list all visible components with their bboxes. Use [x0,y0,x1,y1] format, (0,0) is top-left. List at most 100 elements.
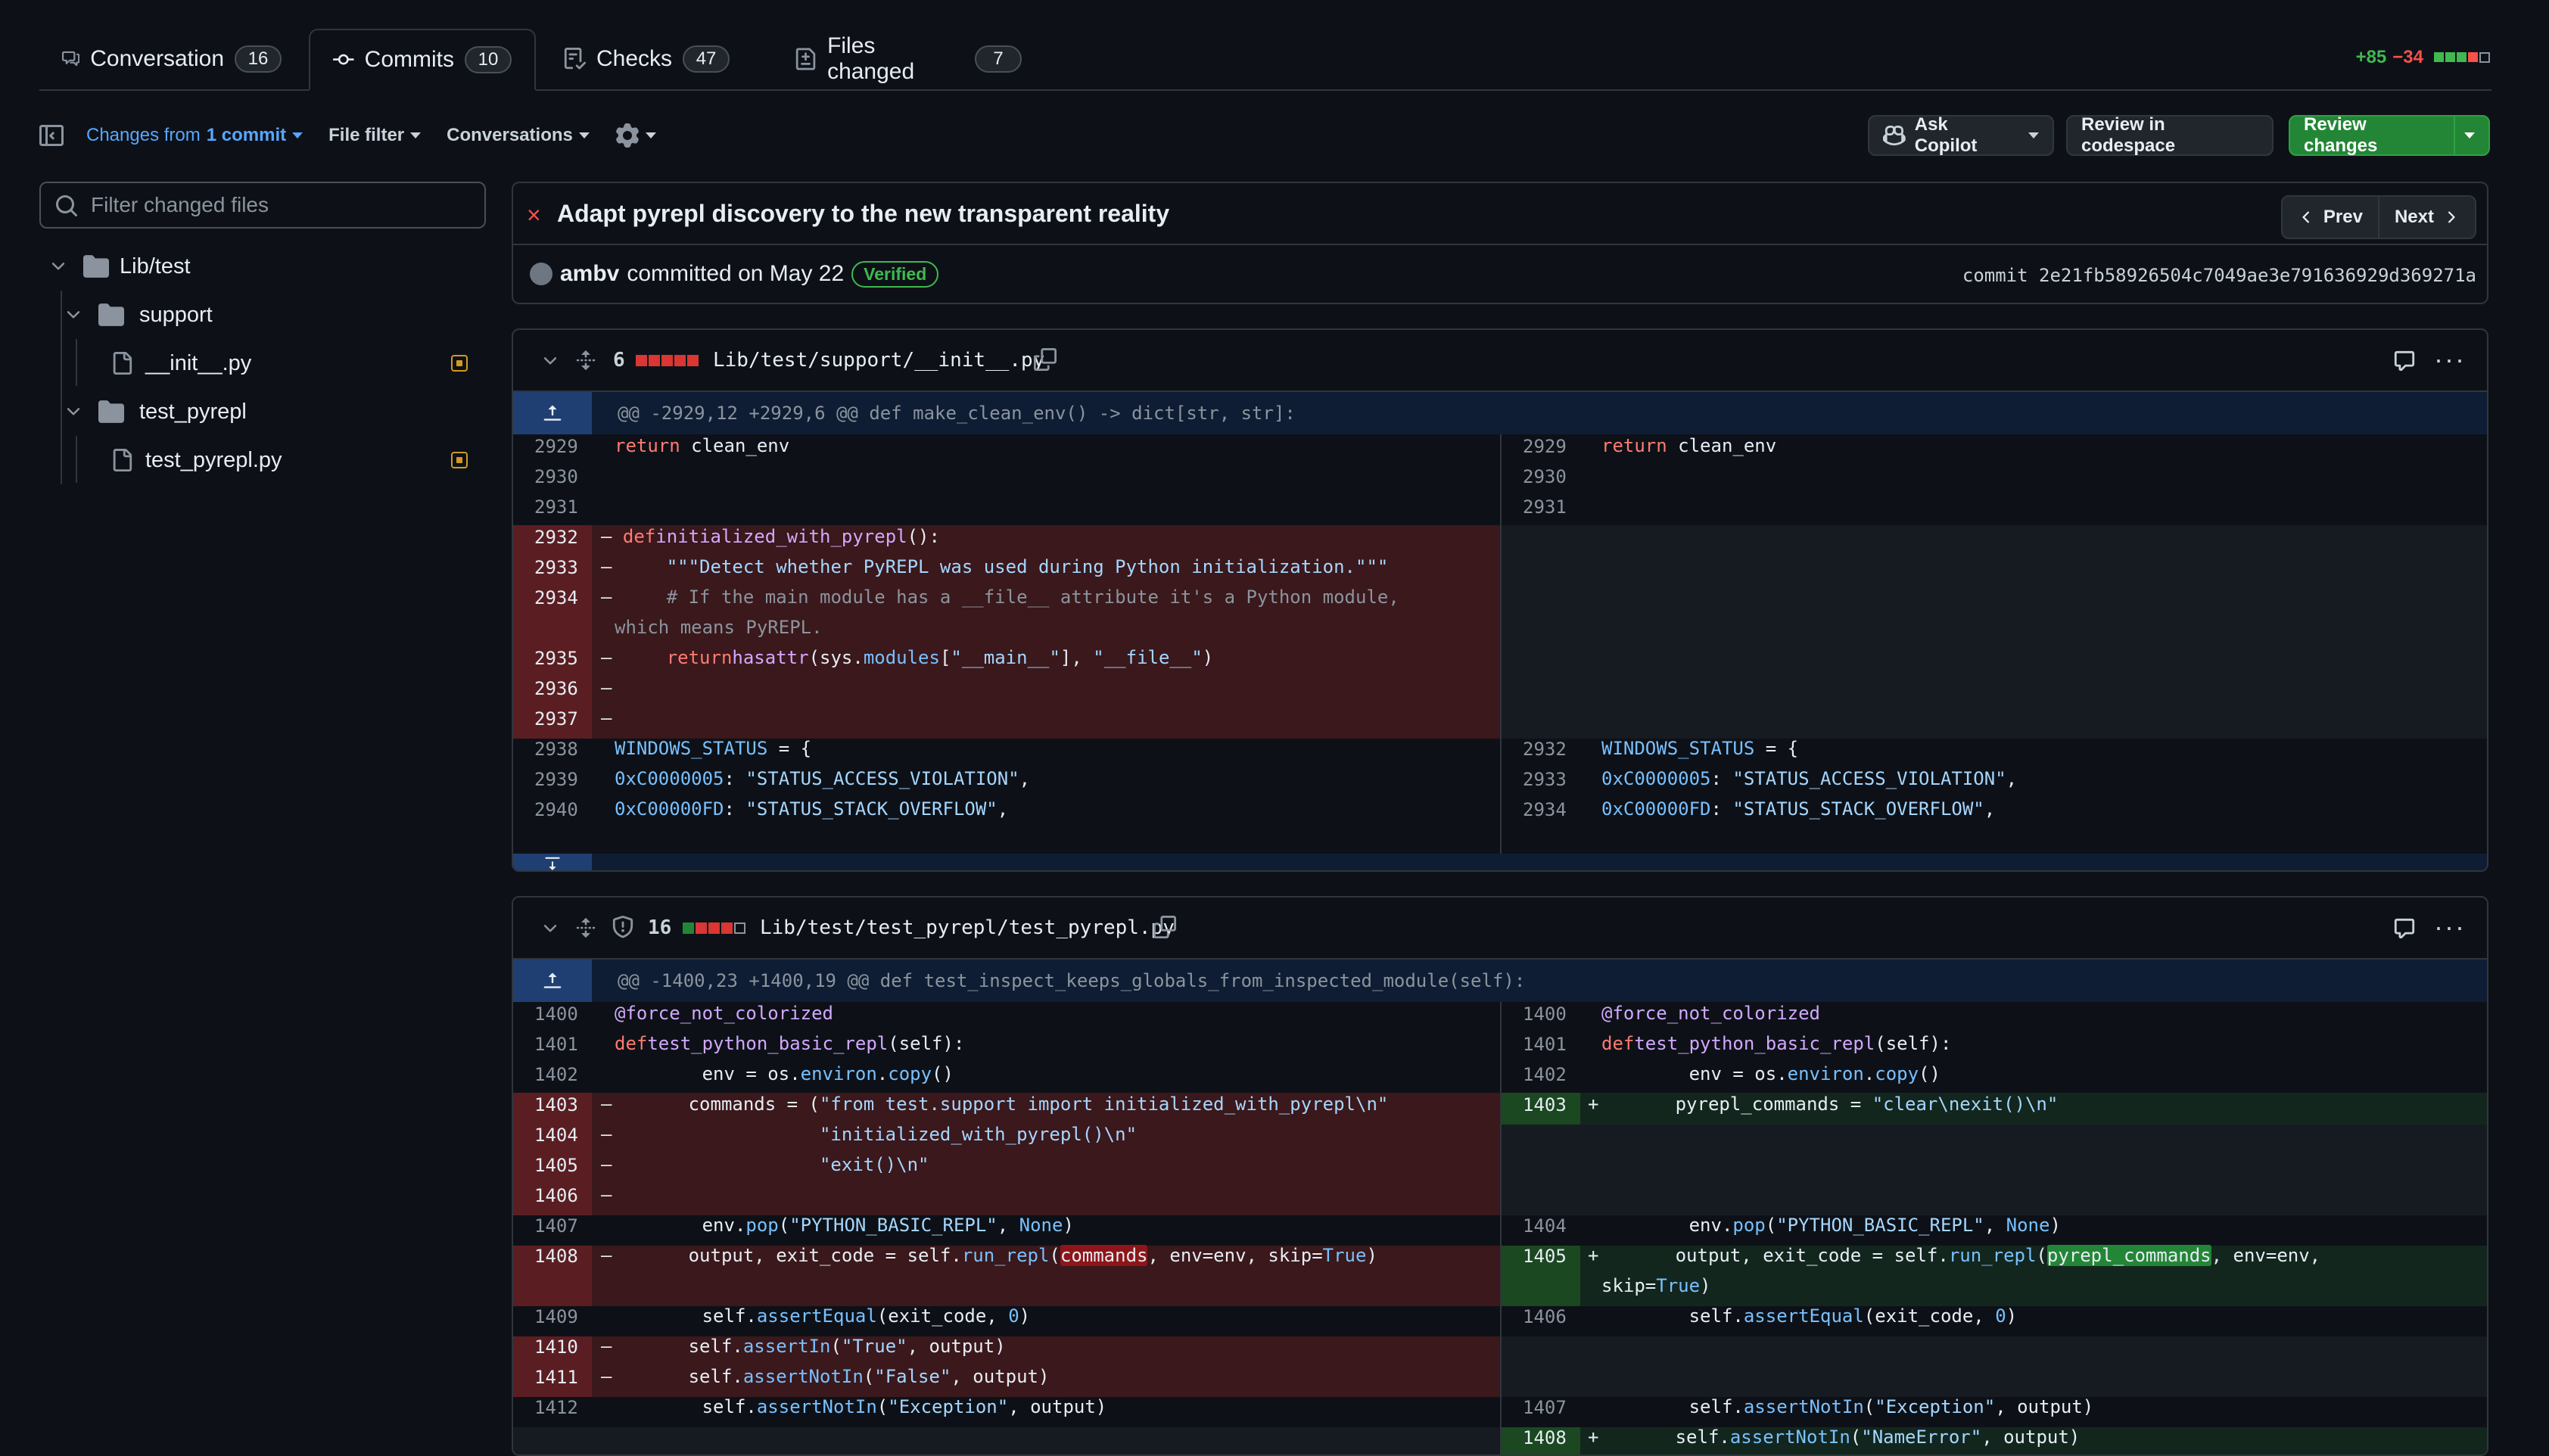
conversations-dropdown[interactable]: Conversations [447,125,590,146]
chevron-down-icon [410,132,422,138]
tab-checks-count: 47 [683,45,730,73]
tree-item-test-pyrepl[interactable]: test_pyrepl [64,389,247,434]
changes-from-prefix: Changes from [86,125,201,145]
tree-item-init-py[interactable]: __init__.py [110,341,477,386]
chevron-down-icon[interactable] [540,351,560,371]
file-modified-icon [451,355,468,372]
prev-commit-button[interactable]: Prev [2283,197,2378,238]
close-icon[interactable]: × [527,201,541,229]
unfold-icon[interactable] [575,917,596,938]
tab-conversation-label: Conversation [90,46,224,71]
conversations-label: Conversations [447,125,573,145]
kebab-menu-icon[interactable]: ··· [2434,344,2466,375]
split-divider [1500,1002,1502,1454]
kebab-menu-icon[interactable]: ··· [2434,911,2466,943]
empty-block [513,1427,1500,1454]
expand-down-icon [545,857,560,870]
changes-from-dropdown[interactable]: Changes from 1 commit [86,125,303,146]
tree-item-label: support [139,302,213,327]
chevron-down-icon[interactable] [540,919,560,938]
review-changes-label: Review changes [2304,114,2378,156]
chevron-left-icon [2302,211,2309,223]
tree-item-lib-test[interactable]: Lib/test [48,244,191,289]
tab-files-changed-label: Files changed [827,33,915,84]
file-diff-test-pyrepl-py: 16 Lib/test/test_pyrepl/test_pyrepl.py ·… [512,896,2488,1456]
empty-block [1502,525,2487,739]
empty-block [1502,1336,2487,1397]
file-path[interactable]: Lib/test/test_pyrepl/test_pyrepl.py [760,898,1175,958]
file-path[interactable]: Lib/test/support/__init__.py [713,330,1044,390]
file-change-count: 16 [648,916,672,939]
hunk-header-text: @@ -2929,12 +2929,6 @@ def make_clean_en… [618,403,1296,424]
review-in-codespace-button[interactable]: Review in codespace [2066,114,2274,156]
chevron-down-icon [67,408,80,415]
split-divider [1500,434,1502,854]
changes-from-value: 1 commit [206,125,287,145]
file-icon [113,449,132,471]
next-commit-button[interactable]: Next [2377,197,2475,238]
tab-checks[interactable]: Checks 47 [540,29,767,89]
copilot-icon [1883,125,1906,146]
tree-guide [61,291,62,484]
expand-row [592,854,2487,870]
commit-header: × Adapt pyrepl discovery to the new tran… [512,182,2488,304]
tab-commits-count: 10 [465,46,512,73]
tree-item-test-pyrepl-py[interactable]: test_pyrepl.py [110,437,477,483]
ask-copilot-button[interactable]: Ask Copilot [1868,114,2054,156]
folder-icon [83,255,109,278]
expand-up-icon[interactable] [513,392,592,434]
file-diffstat-bar [636,330,700,390]
prev-label: Prev [2323,207,2363,227]
next-label: Next [2394,207,2434,227]
chevron-down-icon [51,263,65,270]
tree-item-label: test_pyrepl.py [145,447,282,472]
file-icon [113,352,132,375]
review-in-codespace-label: Review in codespace [2081,114,2176,156]
search-icon [56,195,78,217]
ask-copilot-label: Ask Copilot [1914,114,1978,156]
gear-icon [616,123,639,148]
file-diffstat-bar [683,898,747,958]
shield-icon[interactable] [612,916,634,938]
commit-navigation: Prev Next [2280,195,2476,239]
file-filter-label: File filter [328,125,405,145]
expand-up-icon[interactable] [513,960,592,1002]
review-changes-button[interactable]: Review changes [2289,114,2490,156]
file-header: 6 Lib/test/support/__init__.py ··· [513,330,2487,392]
settings-dropdown[interactable] [615,123,656,148]
divider [513,244,2487,245]
chevron-down-icon [2464,132,2475,138]
tab-files-changed[interactable]: Files changed 7 [772,29,1044,89]
commit-author[interactable]: ambv [560,261,619,287]
sidebar-collapse-icon[interactable] [39,123,64,148]
tab-commits-label: Commits [364,47,454,72]
chevron-down-icon [292,132,303,138]
tree-guide [76,436,77,483]
comment-discussion-icon [62,51,80,67]
avatar[interactable] [530,263,552,285]
file-diff-icon [795,48,816,70]
expand-down-button[interactable] [513,854,592,870]
empty-block [1502,1125,2487,1215]
copy-icon[interactable] [1034,348,1057,371]
tree-item-support[interactable]: support [64,292,213,338]
tab-conversation[interactable]: Conversation 16 [39,29,304,89]
file-modified-icon [451,452,468,468]
comment-icon[interactable] [2393,350,2416,372]
hunk-header: @@ -2929,12 +2929,6 @@ def make_clean_en… [513,392,2487,434]
chevron-down-icon [2028,132,2039,138]
chevron-down-icon [578,132,590,138]
copy-icon[interactable] [1153,916,1176,938]
verified-badge[interactable]: Verified [851,260,939,288]
comment-icon[interactable] [2393,917,2416,940]
diffstat-removed: −34 [2392,47,2423,67]
filter-files-input[interactable]: Filter changed files [39,182,486,229]
file-change-count: 6 [613,349,625,372]
unfold-icon[interactable] [575,350,596,371]
tree-item-label: __init__.py [145,350,252,375]
file-filter-dropdown[interactable]: File filter [328,125,422,146]
tab-commits[interactable]: Commits 10 [309,29,536,91]
hunk-header: @@ -1400,23 +1400,19 @@ def test_inspect… [513,960,2487,1002]
committed-text: committed on May 22 [627,261,845,286]
filter-files-placeholder: Filter changed files [91,193,269,216]
